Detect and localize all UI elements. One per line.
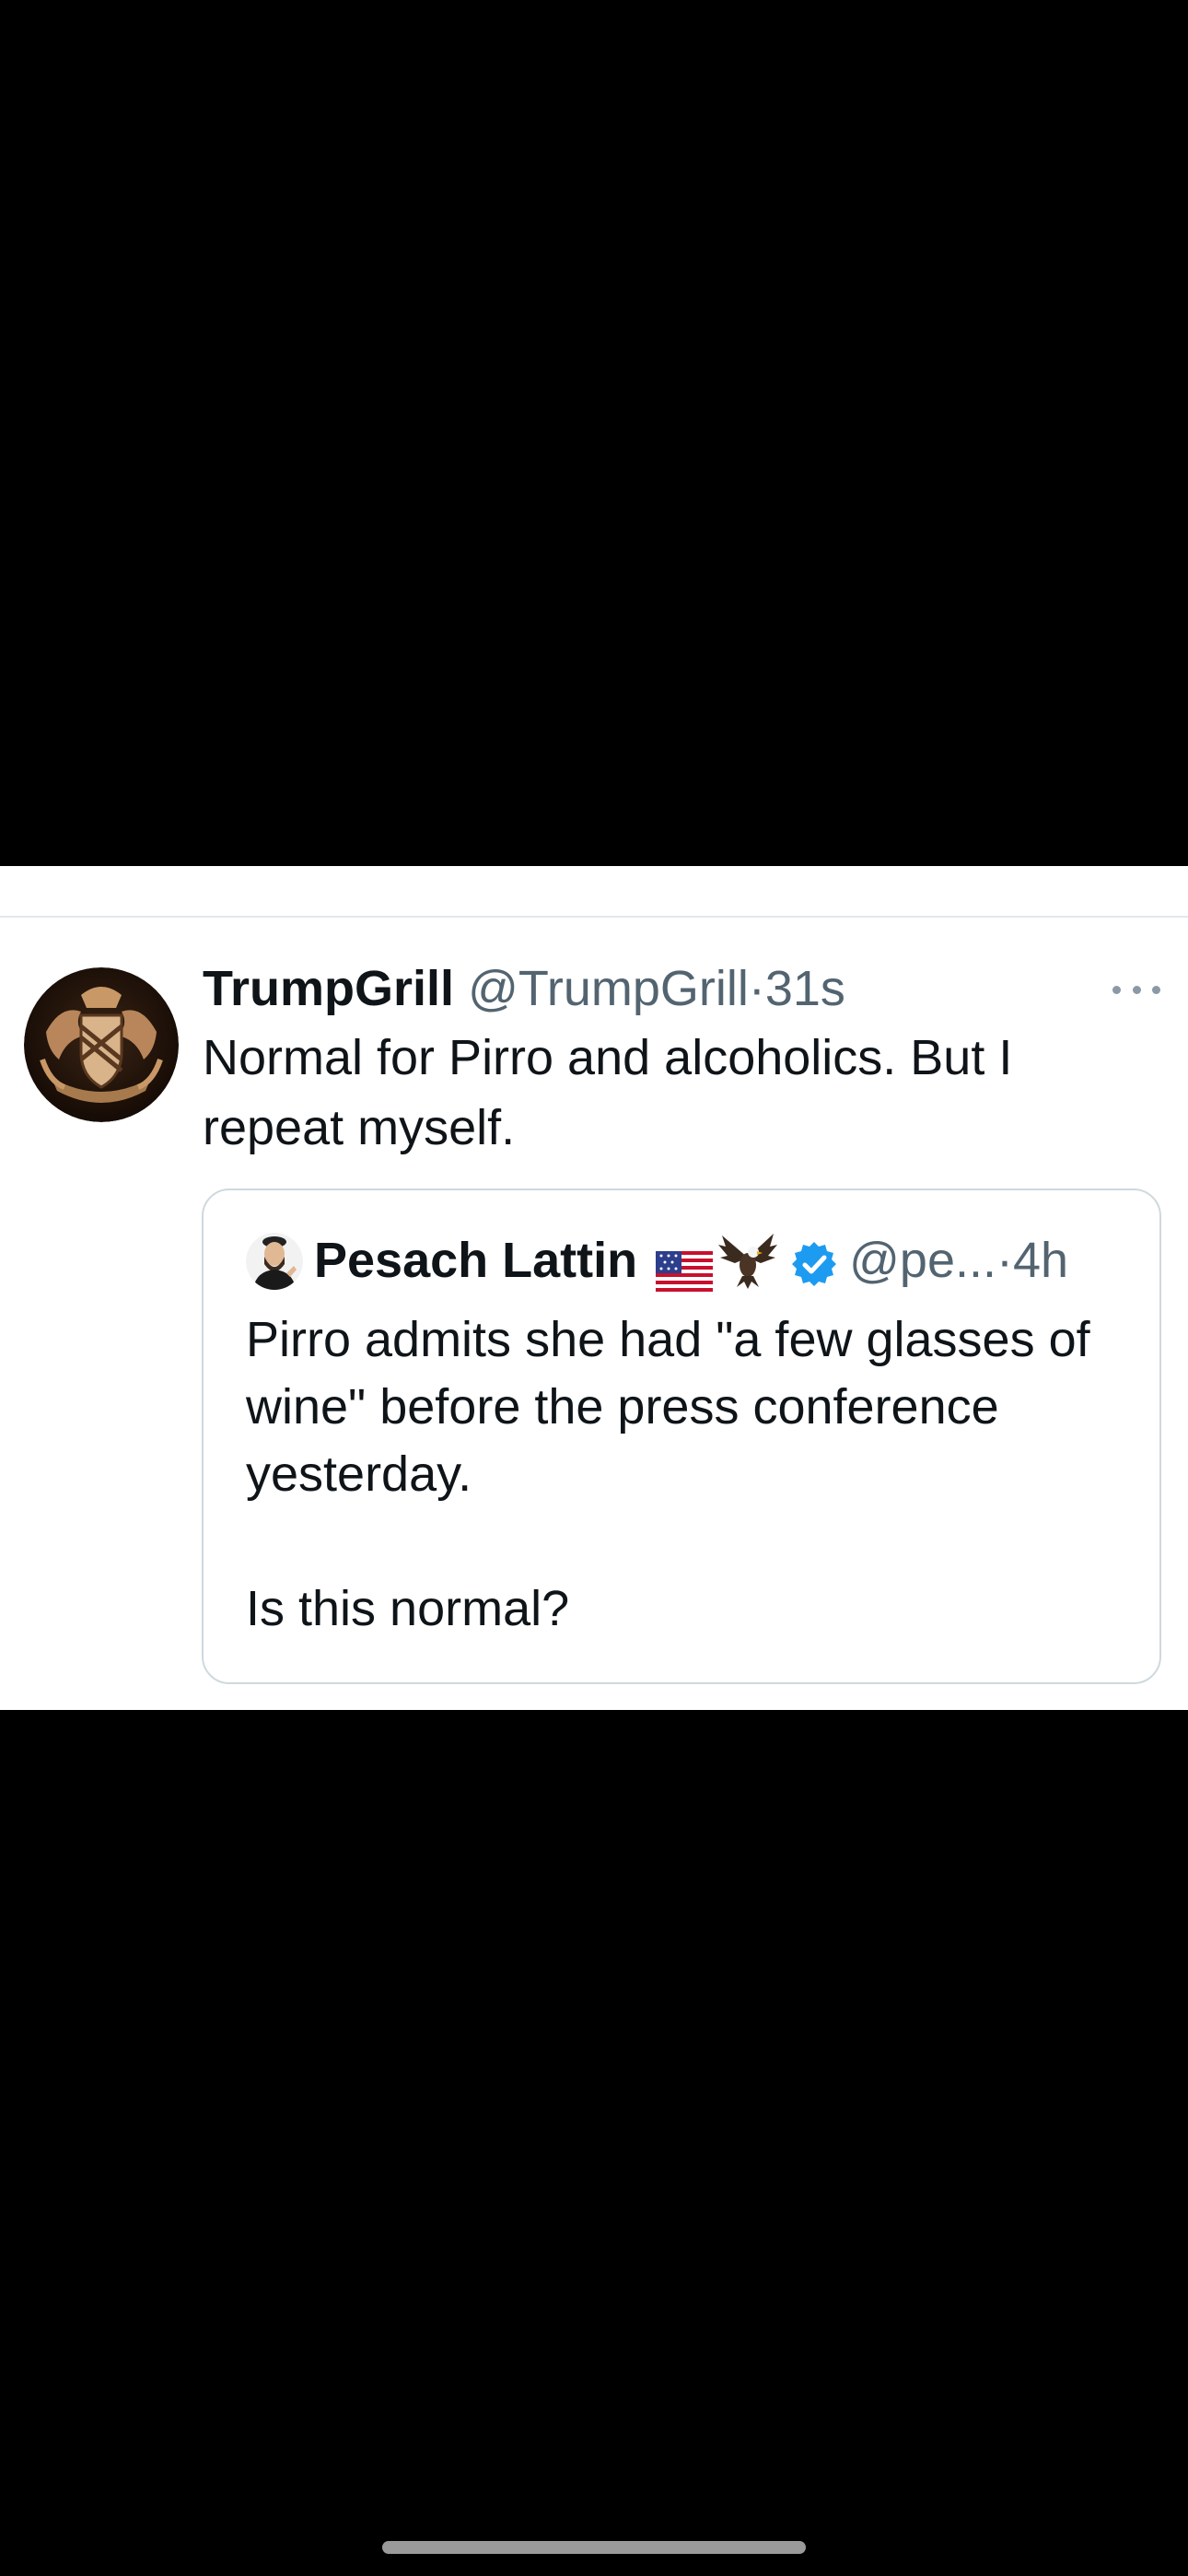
eagle-icon	[716, 1230, 779, 1291]
more-horizontal-icon[interactable]	[1112, 977, 1160, 1002]
quoted-tweet-card[interactable]: Pesach Lattin @pe... · 4h Pirro admits s…	[202, 1188, 1161, 1684]
author-name[interactable]: TrumpGrill	[203, 961, 454, 1016]
quoted-author-handle[interactable]: @pe...	[849, 1225, 996, 1295]
quoted-tweet-paragraph: Is this normal?	[246, 1581, 570, 1636]
tweet-card[interactable]: TrumpGrill @TrumpGrill·31s Normal for Pi…	[0, 866, 1188, 1710]
quoted-author-avatar[interactable]	[246, 1233, 303, 1290]
separator-dot: ·	[996, 1233, 1013, 1288]
tweet-text: Normal for Pirro and alcoholics. But I r…	[203, 1030, 1013, 1155]
tweet-header: TrumpGrill @TrumpGrill·31s	[203, 958, 845, 1019]
crest-icon	[24, 967, 179, 1122]
verified-badge-icon	[790, 1236, 838, 1286]
quoted-author-name[interactable]: Pesach Lattin	[314, 1225, 637, 1295]
author-handle[interactable]: @TrumpGrill	[468, 961, 749, 1016]
separator-dot: ·	[748, 961, 765, 1016]
author-avatar[interactable]	[24, 967, 179, 1122]
divider	[0, 916, 1188, 918]
home-indicator[interactable]	[382, 2541, 806, 2554]
us-flag-icon	[656, 1240, 714, 1292]
quoted-tweet-timestamp[interactable]: 4h	[1013, 1225, 1068, 1295]
quoted-tweet-header: Pesach Lattin @pe... · 4h	[314, 1225, 1068, 1295]
tweet-timestamp[interactable]: 31s	[765, 961, 845, 1016]
quoted-tweet-paragraph: Pirro admits she had "a few glasses of w…	[246, 1312, 1090, 1502]
person-avatar-icon	[246, 1233, 303, 1290]
quoted-tweet-text: Pirro admits she had "a few glasses of w…	[246, 1306, 1130, 1643]
